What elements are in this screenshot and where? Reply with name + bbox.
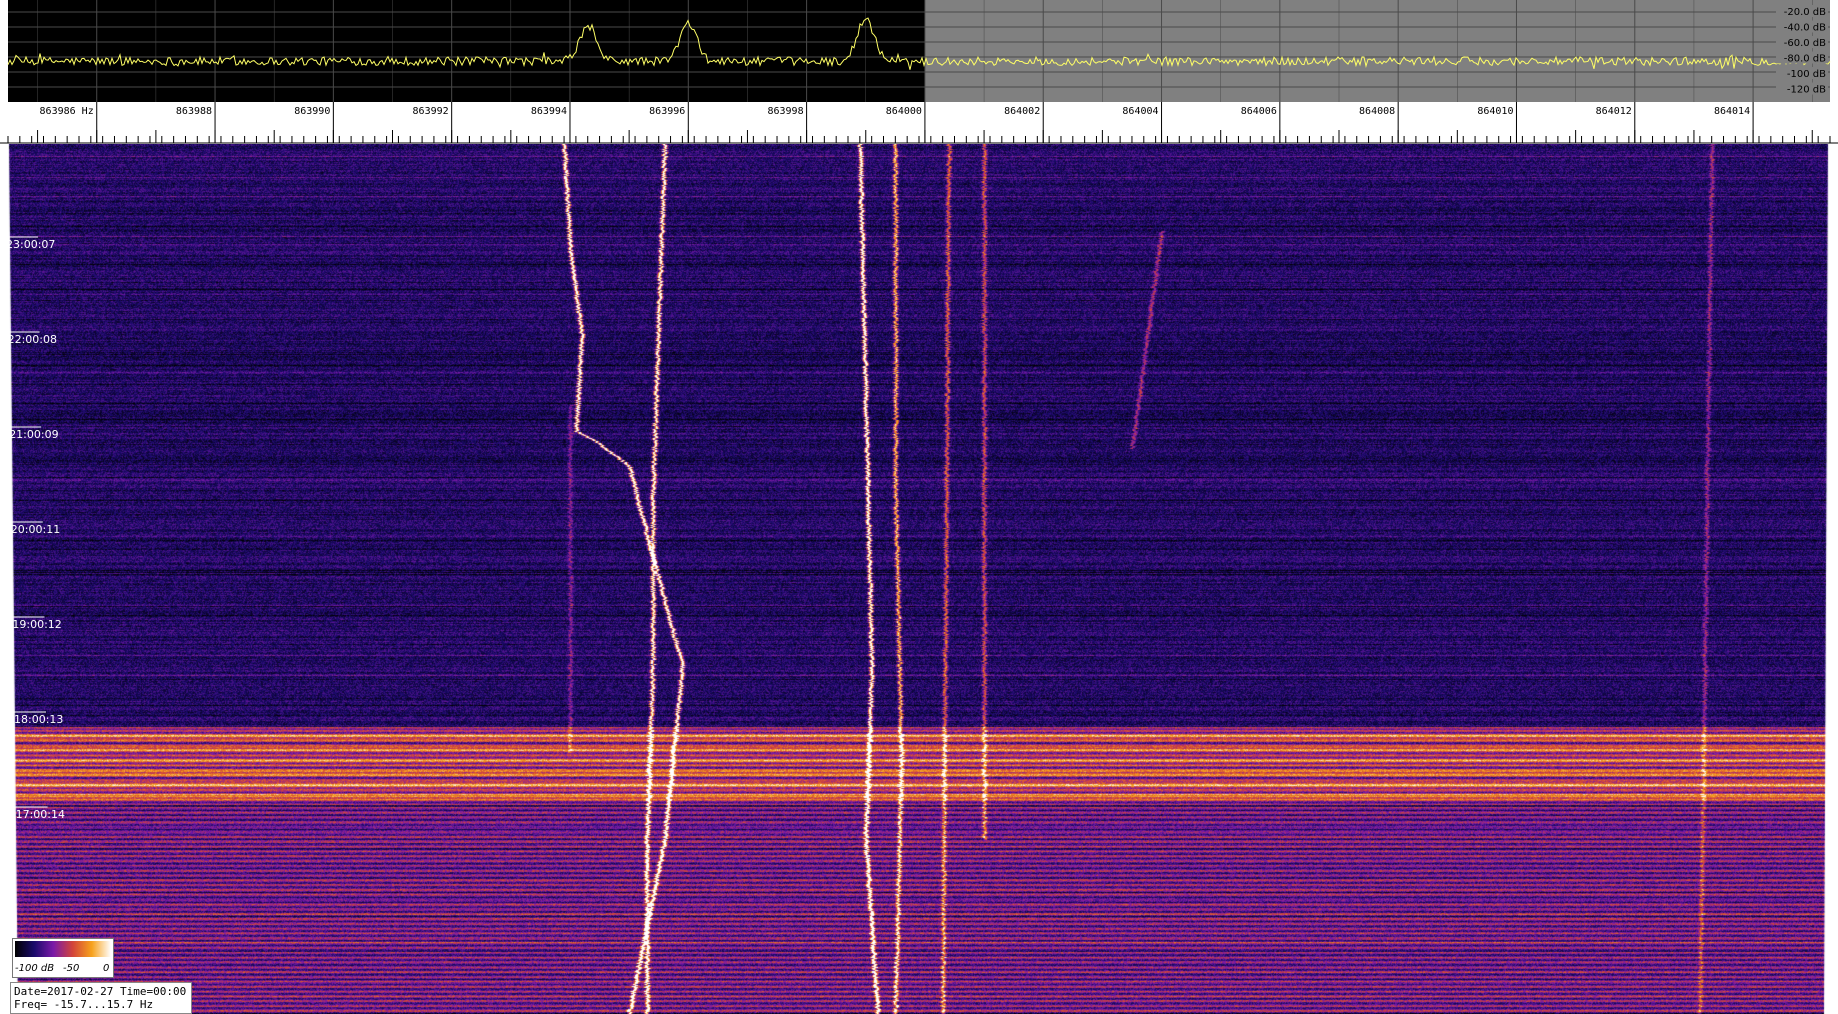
db-tick-label: -100 dB bbox=[1787, 69, 1826, 80]
freq-tick-label: 864012 bbox=[1596, 106, 1632, 117]
freq-tick-label: 864004 bbox=[1122, 106, 1158, 117]
freq-tick-label: 863994 bbox=[531, 106, 567, 117]
db-tick-label: -80.0 dB bbox=[1784, 54, 1826, 65]
db-tick-label: -120 dB bbox=[1787, 85, 1826, 96]
time-tick-label: 19:00:12 bbox=[12, 618, 61, 631]
freq-tick-label: 864002 bbox=[1004, 106, 1040, 117]
frequency-ruler: 863986 Hz 863988 863990 863992 863994 863996 8… bbox=[0, 102, 1838, 144]
freq-tick-label: 864006 bbox=[1241, 106, 1277, 117]
db-tick-label: -60.0 dB bbox=[1784, 38, 1826, 49]
freq-tick-label: 863988 bbox=[176, 106, 212, 117]
freq-tick-label: 863996 bbox=[649, 106, 685, 117]
freq-tick-label: 864010 bbox=[1477, 106, 1513, 117]
info-box: Date=2017-02-27 Time=00:00 Freq= -15.7...… bbox=[10, 982, 192, 1014]
freq-tick-label: 864008 bbox=[1359, 106, 1395, 117]
freq-tick-label: 863998 bbox=[767, 106, 803, 117]
info-date-line: Date=2017-02-27 Time=00:00 bbox=[14, 985, 187, 998]
color-scale-max-label: 0 bbox=[103, 963, 110, 974]
db-tick-label: -20.0 dB bbox=[1784, 7, 1826, 18]
spectrum-plot: -20.0 dB -40.0 dB -60.0 dB -80.0 dB -100 dB -… bbox=[7, 0, 1831, 102]
color-scale-gradient bbox=[15, 941, 111, 957]
freq-tick-label: 863990 bbox=[294, 106, 330, 117]
time-tick-label: 20:00:11 bbox=[11, 523, 60, 536]
color-scale-legend: -100 dB -50 0 bbox=[12, 938, 114, 978]
waterfall-overlay: 23:00:07 22:00:08 21:00:09 20:00:11 19:00:12… bbox=[4, 236, 65, 821]
freq-tick-label: 863992 bbox=[413, 106, 449, 117]
db-tick-label: -40.0 dB bbox=[1784, 23, 1826, 34]
time-tick-label: 23:00:07 bbox=[6, 238, 55, 251]
freq-tick-label: 864000 bbox=[886, 106, 922, 117]
waterfall: 23:00:07 22:00:08 21:00:09 20:00:11 19:00:12… bbox=[0, 144, 1838, 1014]
color-scale-mid-label: -50 bbox=[63, 963, 80, 974]
time-tick-label: 21:00:09 bbox=[9, 428, 58, 441]
time-tick-label: 18:00:13 bbox=[14, 713, 63, 726]
time-axis-labels: 23:00:07 22:00:08 21:00:09 20:00:11 19:00:12… bbox=[4, 236, 65, 821]
time-tick-label: 17:00:14 bbox=[16, 808, 65, 821]
freq-tick-label: 863986 Hz bbox=[40, 106, 94, 117]
time-tick-label: 22:00:08 bbox=[8, 333, 57, 346]
info-freq-line: Freq= -15.7...15.7 Hz bbox=[14, 998, 154, 1011]
color-scale-min-label: -100 dB bbox=[15, 963, 55, 974]
freq-tick-label: 864014 bbox=[1714, 106, 1750, 117]
